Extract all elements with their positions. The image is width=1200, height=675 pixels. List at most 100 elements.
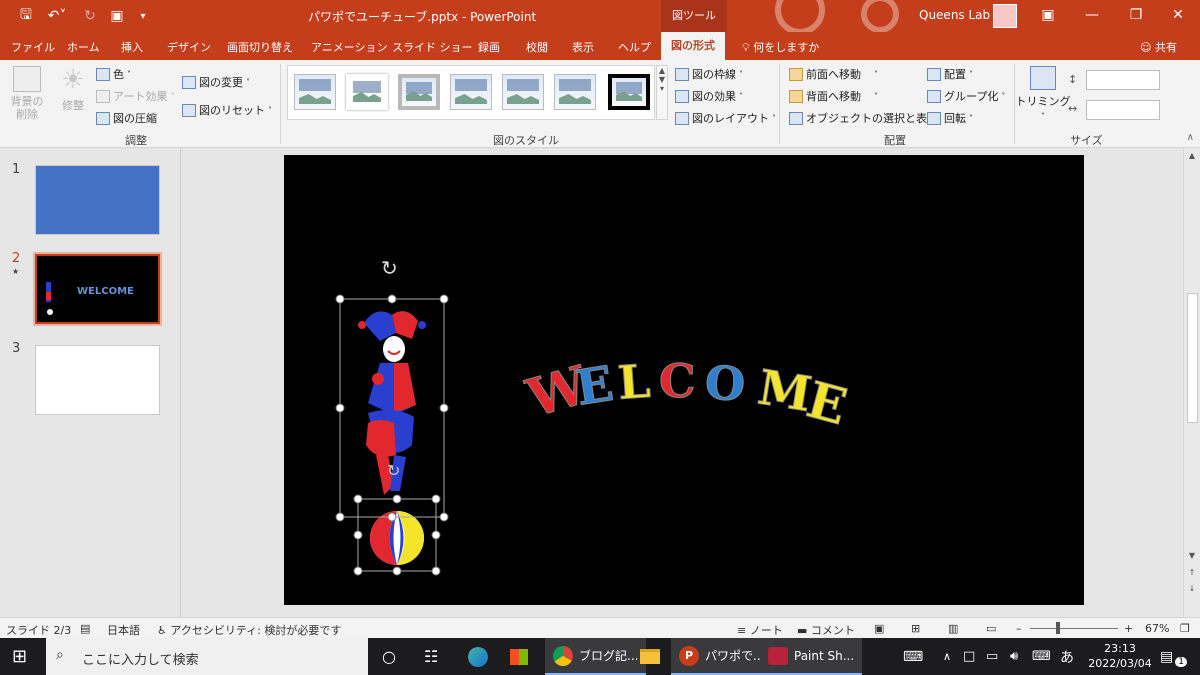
slide-thumbnail-1[interactable] <box>35 165 160 235</box>
zoom-slider-thumb[interactable] <box>1056 622 1060 634</box>
tab-view[interactable]: 表示 <box>572 39 594 55</box>
tab-slideshow[interactable]: スライド ショー <box>392 39 473 55</box>
tab-review[interactable]: 校閲 <box>526 39 548 55</box>
current-slide[interactable]: ↻ ↻ WELCOME <box>284 155 1084 605</box>
customize-icon[interactable]: ▾ <box>136 6 150 26</box>
remove-background-button[interactable]: 背景の削除 <box>10 66 44 121</box>
fit-slide-icon[interactable]: ❐ <box>1180 622 1190 635</box>
compress-pictures-button[interactable]: 図の圧縮 <box>96 110 157 126</box>
style-thumb[interactable] <box>450 74 492 110</box>
tab-insert[interactable]: 挿入 <box>121 39 143 55</box>
tab-record[interactable]: 録画 <box>478 39 500 55</box>
tab-animations[interactable]: アニメーション <box>311 39 388 55</box>
welcome-wordart[interactable]: WEL C O ME <box>519 353 853 437</box>
picture-border-button[interactable]: 図の枠線 ˅ <box>675 66 743 82</box>
style-thumb[interactable] <box>554 74 596 110</box>
tab-home[interactable]: ホーム <box>67 39 100 55</box>
battery-icon[interactable]: ▭ <box>986 638 998 675</box>
zoom-in-icon[interactable]: + <box>1124 622 1133 635</box>
zoom-slider[interactable] <box>1030 628 1118 629</box>
vertical-scrollbar[interactable]: ▲ ▼ ↑ ↓ <box>1183 148 1200 617</box>
collapse-ribbon-icon[interactable]: ∧ <box>1187 132 1194 143</box>
ribbon-display-icon[interactable]: ▣ <box>1026 0 1070 32</box>
tab-design[interactable]: デザイン <box>167 39 211 55</box>
scroll-thumb[interactable] <box>1187 293 1198 423</box>
width-input[interactable] <box>1086 100 1160 120</box>
share-button[interactable]: ☺ 共有 <box>1140 39 1177 55</box>
avatar[interactable] <box>993 4 1017 28</box>
normal-view-icon[interactable]: ▣ <box>874 622 884 635</box>
next-slide-icon[interactable]: ↓ <box>1184 584 1200 593</box>
accessibility-status[interactable]: ♿︎ アクセシビリティ: 検討が必要です <box>157 622 341 638</box>
ime-indicator[interactable]: あ <box>1060 638 1074 675</box>
slideshow-view-icon[interactable]: ▭ <box>986 622 996 635</box>
taskbar-powerpoint[interactable]: P パワポで... <box>671 638 773 675</box>
meet-now-icon[interactable]: □ <box>963 638 975 675</box>
notification-icon[interactable]: ▤ 1 <box>1160 638 1187 675</box>
corrections-button[interactable]: ☀ 修整 <box>58 66 88 113</box>
taskbar-search[interactable]: ⌕ ここに入力して検索 <box>46 638 368 675</box>
style-thumb[interactable] <box>346 74 388 110</box>
tab-picture-format[interactable]: 図の形式 <box>661 32 725 60</box>
artistic-effects-button[interactable]: アート効果 ˅ <box>96 88 174 104</box>
picture-layout-button[interactable]: 図のレイアウト ˅ <box>675 110 776 126</box>
color-button[interactable]: 色 ˅ <box>96 66 131 82</box>
scroll-up-icon[interactable]: ▲ <box>1184 151 1200 160</box>
redo-icon[interactable]: ↻ <box>80 6 100 26</box>
style-thumb[interactable] <box>398 74 440 110</box>
notes-button[interactable]: ≡ ノート <box>737 622 783 638</box>
undo-icon[interactable]: ↶˅ <box>44 6 70 26</box>
save-icon[interactable]: 🖫 <box>16 6 36 26</box>
rotate-button[interactable]: 回転 ˅ <box>927 110 973 126</box>
style-thumb[interactable] <box>608 74 650 110</box>
send-backward-button[interactable]: 背面へ移動 ˅ <box>789 88 878 104</box>
tab-help[interactable]: ヘルプ <box>618 39 651 55</box>
present-icon[interactable]: ▣ <box>106 6 128 26</box>
minimize-icon[interactable]: — <box>1070 0 1114 32</box>
align-button[interactable]: 配置 ˅ <box>927 66 973 82</box>
slide-thumbnail-3[interactable] <box>35 345 160 415</box>
bring-forward-button[interactable]: 前面へ移動 ˅ <box>789 66 878 82</box>
crop-button[interactable]: トリミング ˅ <box>1016 66 1071 121</box>
close-icon[interactable]: ✕ <box>1156 0 1200 32</box>
slide-thumbnail-2[interactable]: WELCOME <box>33 252 162 326</box>
file-explorer-icon[interactable] <box>640 638 660 675</box>
spell-check-icon[interactable]: ▤ <box>80 622 90 635</box>
zoom-out-icon[interactable]: – <box>1016 622 1022 635</box>
picture-effects-button[interactable]: 図の効果 ˅ <box>675 88 743 104</box>
reading-view-icon[interactable]: ▥ <box>948 622 958 635</box>
windows-start-icon[interactable]: ⊞ <box>12 638 27 675</box>
change-picture-button[interactable]: 図の変更 ˅ <box>182 74 250 90</box>
clock[interactable]: 23:13 2022/03/04 <box>1085 641 1155 671</box>
store-icon[interactable] <box>510 638 528 675</box>
language-indicator[interactable]: 日本語 <box>107 622 140 638</box>
slide-sorter-icon[interactable]: ⊞ <box>911 622 920 635</box>
task-view-icon[interactable]: ☷ <box>424 638 438 675</box>
previous-slide-icon[interactable]: ↑ <box>1184 568 1200 577</box>
style-thumb[interactable] <box>294 74 336 110</box>
restore-icon[interactable]: ❐ <box>1114 0 1158 32</box>
volume-icon[interactable]: 🔊︎ <box>1010 638 1018 675</box>
gallery-scroll[interactable]: ▲ ▼ ▾ <box>656 65 668 120</box>
show-hidden-icons-icon[interactable]: ∧ <box>943 638 951 675</box>
touch-keyboard-icon[interactable]: ⌨ <box>903 638 923 675</box>
tell-me-search[interactable]: 💡︎ 何をしますか <box>742 39 819 55</box>
group-objects-button[interactable]: グループ化 ˅ <box>927 88 1005 104</box>
style-thumb[interactable] <box>502 74 544 110</box>
rotate-handle-icon[interactable]: ↻ <box>387 461 400 480</box>
reset-picture-button[interactable]: 図のリセット ˅ <box>182 102 272 118</box>
tab-file[interactable]: ファイル <box>11 39 55 55</box>
selection-pane-button[interactable]: オブジェクトの選択と表示 <box>789 110 938 126</box>
height-input[interactable] <box>1086 70 1160 90</box>
beach-ball-picture[interactable] <box>370 511 424 565</box>
zoom-level[interactable]: 67% <box>1145 622 1169 635</box>
taskbar-paintshop[interactable]: Paint Sh... <box>760 638 863 675</box>
cortana-icon[interactable]: ○ <box>382 638 396 675</box>
user-name[interactable]: Queens Lab <box>919 8 990 22</box>
edge-icon[interactable] <box>468 638 488 675</box>
tab-transitions[interactable]: 画面切り替え <box>227 39 293 55</box>
keyboard-icon[interactable]: ⌨ <box>1032 638 1051 675</box>
comments-button[interactable]: ▬ コメント <box>797 622 855 638</box>
rotate-handle-icon[interactable]: ↻ <box>381 256 398 280</box>
scroll-down-icon[interactable]: ▼ <box>1184 551 1200 560</box>
